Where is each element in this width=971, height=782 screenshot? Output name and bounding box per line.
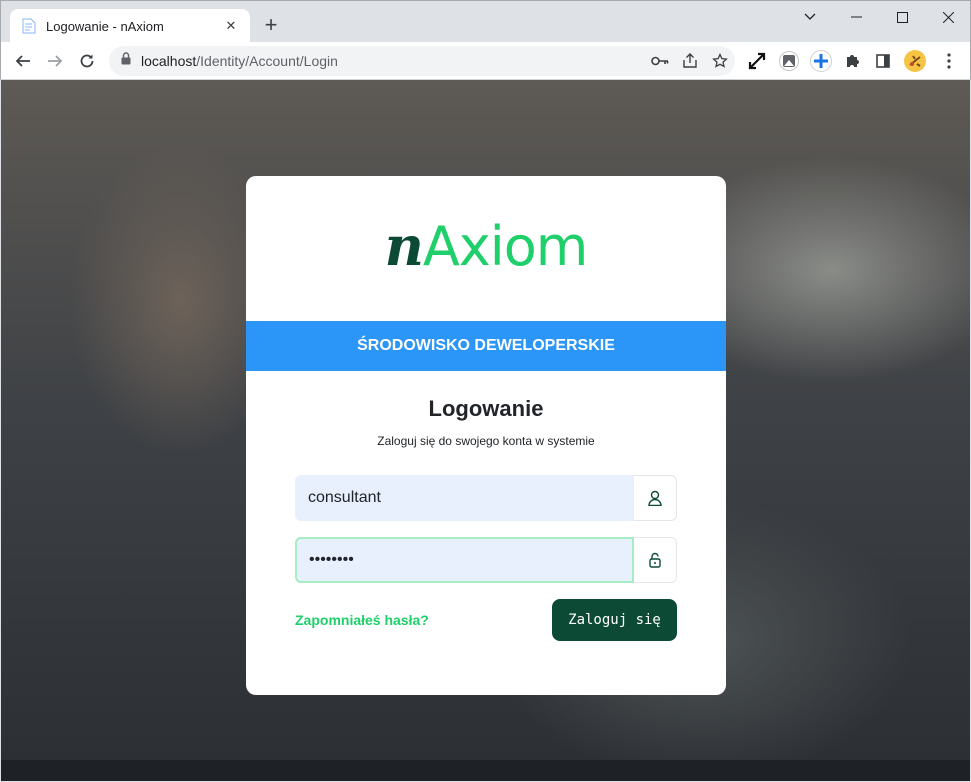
document-icon	[22, 18, 36, 34]
login-button[interactable]: Zaloguj się	[552, 599, 677, 641]
naxiom-logo: nAxiom	[246, 214, 726, 278]
maximize-button[interactable]	[879, 1, 925, 33]
page-subtitle: Zaloguj się do swojego konta w systemie	[377, 434, 595, 448]
puzzle-icon[interactable]	[839, 47, 867, 75]
url-path: /Identity/Account/Login	[196, 53, 338, 69]
forgot-password-link[interactable]: Zapomniałeś hasła?	[295, 612, 429, 628]
tab-close-button[interactable]: ✕	[222, 18, 240, 34]
user-icon	[634, 475, 677, 521]
password-field-group	[295, 537, 677, 583]
minimize-button[interactable]	[833, 1, 879, 33]
expand-arrows-icon[interactable]	[743, 47, 771, 75]
side-panel-icon[interactable]	[869, 47, 897, 75]
url-host: localhost	[141, 53, 197, 69]
profile-avatar-icon[interactable]	[901, 47, 929, 75]
username-input[interactable]	[295, 475, 634, 521]
extension-mountain-icon[interactable]	[775, 47, 803, 75]
password-input[interactable]	[295, 537, 634, 583]
bookmark-star-icon[interactable]	[705, 46, 735, 76]
unlock-icon	[634, 537, 677, 583]
reload-icon[interactable]	[73, 47, 101, 75]
share-icon[interactable]	[675, 46, 705, 76]
tab-search-icon[interactable]	[787, 1, 833, 33]
extension-plus-icon[interactable]	[807, 47, 835, 75]
browser-toolbar: localhost/Identity/Account/Login	[0, 42, 971, 80]
tab-title: Logowanie - nAxiom	[46, 18, 164, 34]
url-text[interactable]: localhost/Identity/Account/Login	[141, 53, 645, 69]
forward-icon[interactable]	[41, 47, 69, 75]
background-shadow	[1, 760, 970, 781]
logo-wordmark: Axiom	[422, 215, 589, 278]
login-page-background: nAxiom ŚRODOWISKO DEWELOPERSKIE Logowani…	[1, 80, 970, 781]
lock-icon[interactable]	[121, 52, 131, 70]
key-icon[interactable]	[645, 46, 675, 76]
back-icon[interactable]	[9, 47, 37, 75]
logo-letter-n: n	[384, 214, 424, 278]
menu-dots-icon[interactable]	[935, 47, 963, 75]
page-title: Logowanie	[428, 396, 544, 421]
login-card: nAxiom ŚRODOWISKO DEWELOPERSKIE Logowani…	[246, 176, 726, 695]
close-window-button[interactable]	[925, 1, 971, 33]
username-field-group	[295, 475, 677, 521]
browser-titlebar: Logowanie - nAxiom ✕ +	[0, 0, 971, 43]
new-tab-button[interactable]: +	[259, 13, 283, 37]
address-bar[interactable]: localhost/Identity/Account/Login	[109, 46, 735, 76]
browser-tab[interactable]: Logowanie - nAxiom ✕	[10, 9, 250, 43]
environment-banner: ŚRODOWISKO DEWELOPERSKIE	[246, 321, 726, 371]
